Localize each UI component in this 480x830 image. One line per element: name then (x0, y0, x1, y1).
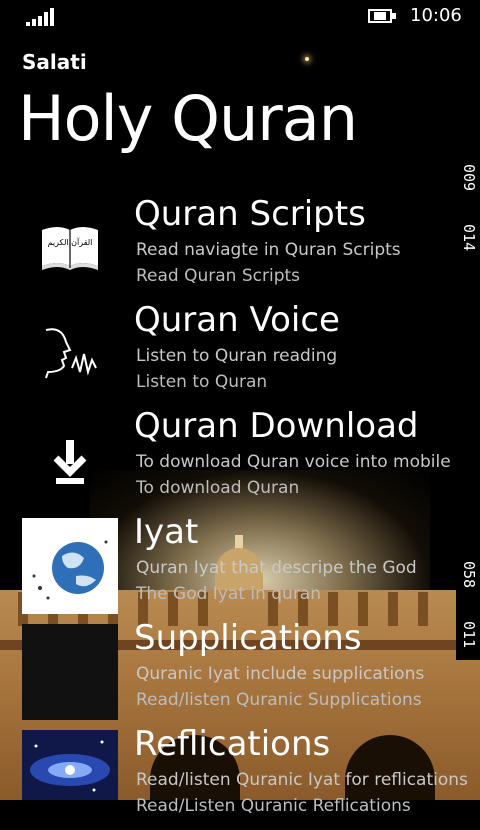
list-item-quran-download[interactable]: Quran Download To download Quran voice i… (0, 406, 460, 512)
status-bar: 10:06 (0, 0, 480, 32)
item-title: Supplications (134, 618, 362, 658)
item-description: Listen to Quran reading (136, 346, 338, 366)
signal-strength-icon (26, 8, 54, 26)
book-icon: القرآن الكريم (22, 200, 118, 296)
list-item-supplications[interactable]: Supplications Quranic Iyat include suppl… (0, 618, 460, 724)
counter-value: 011 (460, 621, 478, 649)
item-subtitle: Read Quran Scripts (136, 266, 301, 286)
app-name: Salati (22, 50, 87, 74)
item-description: Quranic Iyat include supplications (136, 664, 425, 684)
counter-value: 058 (460, 561, 478, 589)
praying-person-image (22, 624, 118, 720)
item-title: Reflications (134, 724, 331, 764)
list-item-quran-voice[interactable]: Quran Voice Listen to Quran reading List… (0, 300, 460, 406)
clock: 10:06 (410, 5, 462, 26)
item-title: Iyat (134, 512, 199, 552)
speaking-voice-icon (22, 306, 118, 402)
item-subtitle: To download Quran (136, 478, 300, 498)
counter-value: 014 (460, 224, 478, 252)
item-subtitle: Listen to Quran (136, 372, 268, 392)
item-subtitle: The God Iyat in quran (136, 584, 321, 604)
galaxy-image (22, 730, 118, 800)
item-subtitle: Read/Listen Quranic Reflications (136, 796, 411, 816)
item-description: To download Quran voice into mobile (136, 452, 451, 472)
page-title: Holy Quran (18, 82, 358, 155)
item-description: Quran Iyat that descripe the God (136, 558, 417, 578)
item-title: Quran Scripts (134, 194, 366, 234)
item-description: Read/listen Quranic Iyat for reflication… (136, 770, 468, 790)
list-item-iyat[interactable]: Iyat Quran Iyat that descripe the God Th… (0, 512, 460, 618)
star-glow (305, 57, 309, 61)
list-item-quran-scripts[interactable]: القرآن الكريم Quran Scripts Read naviagt… (0, 194, 460, 300)
item-subtitle: Read/listen Quranic Supplications (136, 690, 422, 710)
item-description: Read naviagte in Quran Scripts (136, 240, 401, 260)
earth-image (22, 518, 118, 614)
item-title: Quran Voice (134, 300, 340, 340)
counter-value: 009 (460, 164, 478, 192)
list-item-reflications[interactable]: Reflications Read/listen Quranic Iyat fo… (0, 724, 468, 830)
battery-charging-icon (368, 9, 398, 23)
download-icon (22, 412, 118, 508)
item-title: Quran Download (134, 406, 419, 446)
book-cover-text: القرآن الكريم (48, 237, 93, 247)
